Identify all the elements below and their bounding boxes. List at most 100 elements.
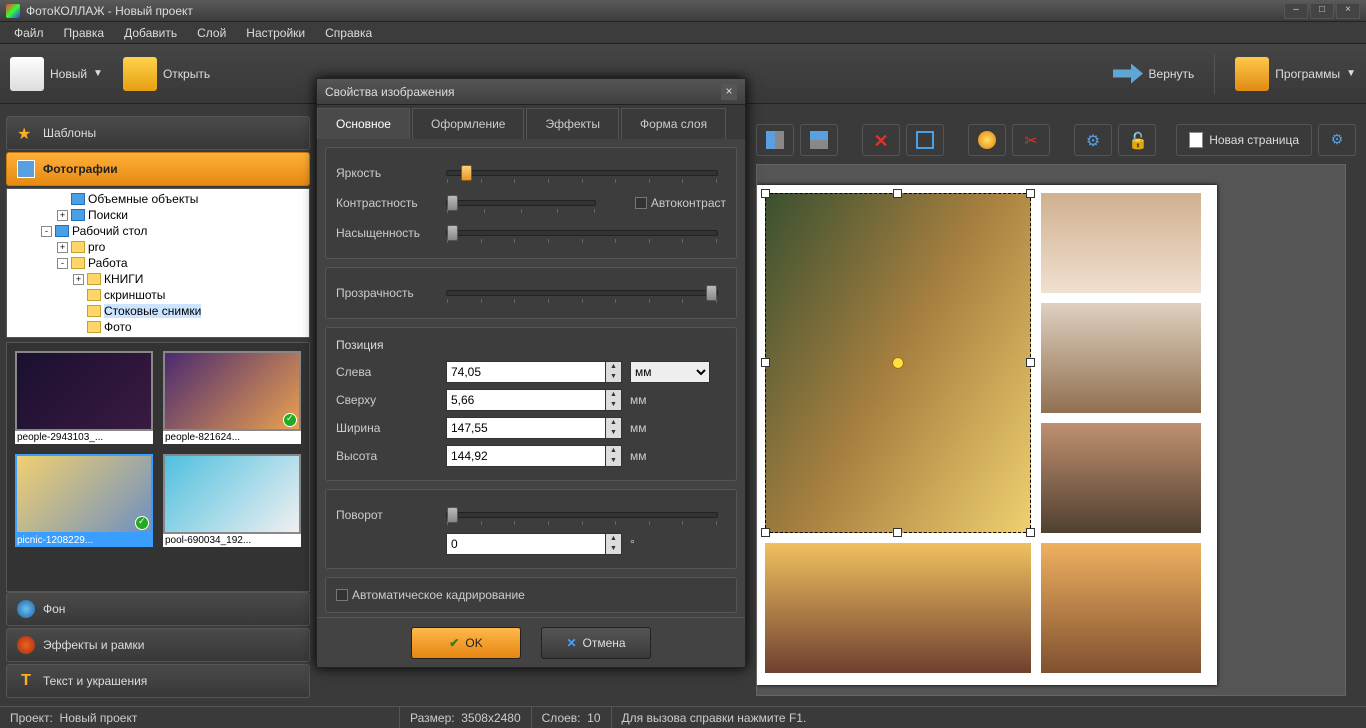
folder-tree[interactable]: Объемные объекты+Поиски-Рабочий стол+pro…	[6, 188, 310, 338]
unit-label: мм	[630, 421, 670, 435]
thumbnail[interactable]: pool-690034_192...	[163, 454, 301, 547]
x-red-icon: ✕	[872, 131, 890, 149]
contrast-slider[interactable]	[446, 200, 596, 206]
settings-button[interactable]: ⚙	[1074, 124, 1112, 156]
accordion-effects[interactable]: Эффекты и рамки	[6, 628, 310, 662]
tree-item[interactable]: Фото	[9, 319, 307, 335]
tree-item[interactable]: +pro	[9, 239, 307, 255]
collage-image[interactable]	[765, 543, 1031, 673]
rotation-spinner[interactable]: ▲▼	[606, 533, 622, 555]
tree-item[interactable]: Стоковые снимки	[9, 303, 307, 319]
accordion-photos[interactable]: Фотографии	[6, 152, 310, 186]
gear-icon: ⚙	[1084, 131, 1102, 149]
status-size: Размер: 3508x2480	[400, 707, 532, 728]
toolbar-open[interactable]: Открыть	[123, 57, 210, 91]
page-plus-icon	[1189, 132, 1203, 148]
rotation-label: Поворот	[336, 508, 446, 522]
menu-help[interactable]: Справка	[315, 23, 382, 43]
menu-layer[interactable]: Слой	[187, 23, 236, 43]
left-spinner[interactable]: ▲▼	[606, 361, 622, 383]
rotation-unit: °	[630, 537, 670, 551]
autocontrast-checkbox[interactable]: Автоконтраст	[635, 196, 726, 210]
minimize-button[interactable]: –	[1284, 3, 1308, 19]
unit-select[interactable]: мм	[630, 361, 710, 383]
page-settings-button[interactable]: ⚙	[1318, 124, 1356, 156]
height-spinner[interactable]: ▲▼	[606, 445, 622, 467]
dialog-close-button[interactable]: ×	[721, 84, 737, 100]
x-blue-icon: ✕	[566, 636, 576, 650]
autocrop-checkbox[interactable]: Автоматическое кадрирование	[336, 588, 726, 602]
top-input[interactable]	[446, 389, 606, 411]
accordion-text[interactable]: T Текст и украшения	[6, 664, 310, 698]
width-spinner[interactable]: ▲▼	[606, 417, 622, 439]
crop-button[interactable]	[906, 124, 944, 156]
thumbnail-grid: people-2943103_...people-821624...picnic…	[6, 342, 310, 592]
crop-icon	[916, 131, 934, 149]
thumbnail[interactable]: people-2943103_...	[15, 351, 153, 444]
thumbnail[interactable]: people-821624...	[163, 351, 301, 444]
toolbar-new[interactable]: Новый ▼	[10, 57, 103, 91]
dialog-title: Свойства изображения	[325, 85, 455, 99]
cancel-button[interactable]: ✕ Отмена	[541, 627, 651, 659]
tab-effects[interactable]: Эффекты	[526, 108, 619, 139]
flip-horizontal-button[interactable]	[756, 124, 794, 156]
ok-button[interactable]: ✔ OK	[411, 627, 521, 659]
menu-bar: Файл Правка Добавить Слой Настройки Спра…	[0, 22, 1366, 44]
menu-settings[interactable]: Настройки	[236, 23, 315, 43]
check-icon: ✔	[449, 636, 459, 650]
width-input[interactable]	[446, 417, 606, 439]
saturation-slider[interactable]	[446, 230, 718, 236]
accordion-background[interactable]: Фон	[6, 592, 310, 626]
close-button[interactable]: ×	[1336, 3, 1360, 19]
lock-button[interactable]: 🔓	[1118, 124, 1156, 156]
caret-down-icon: ▼	[93, 68, 103, 79]
editor-toolbar: ✕ ✂ ⚙ 🔓 Новая страница ⚙	[756, 120, 1356, 160]
canvas-area[interactable]	[756, 164, 1346, 696]
tab-main[interactable]: Основное	[317, 108, 410, 139]
new-page-button[interactable]: Новая страница	[1176, 124, 1312, 156]
top-spinner[interactable]: ▲▼	[606, 389, 622, 411]
menu-edit[interactable]: Правка	[54, 23, 115, 43]
left-input[interactable]	[446, 361, 606, 383]
color-button[interactable]	[968, 124, 1006, 156]
flip-vertical-button[interactable]	[800, 124, 838, 156]
contrast-label: Контрастность	[336, 196, 446, 210]
cut-button[interactable]: ✂	[1012, 124, 1050, 156]
collage-image[interactable]	[1041, 303, 1201, 413]
toolbar-separator	[1214, 54, 1215, 94]
text-t-icon: T	[17, 672, 35, 690]
tree-item[interactable]: Объемные объекты	[9, 191, 307, 207]
delete-button[interactable]: ✕	[862, 124, 900, 156]
tree-item[interactable]: -Работа	[9, 255, 307, 271]
tree-item[interactable]: скриншоты	[9, 287, 307, 303]
rotation-handle-icon[interactable]	[892, 357, 904, 369]
height-label: Высота	[336, 449, 446, 463]
brightness-slider[interactable]	[446, 170, 718, 176]
toolbar-return[interactable]: Вернуть	[1113, 64, 1195, 84]
menu-file[interactable]: Файл	[4, 23, 54, 43]
rotation-input[interactable]	[446, 533, 606, 555]
dialog-title-bar[interactable]: Свойства изображения ×	[317, 79, 745, 105]
transparency-slider[interactable]	[446, 290, 718, 296]
height-input[interactable]	[446, 445, 606, 467]
maximize-button[interactable]: □	[1310, 3, 1334, 19]
collage-image[interactable]	[1041, 193, 1201, 293]
tab-decoration[interactable]: Оформление	[412, 108, 524, 139]
rotation-slider[interactable]	[446, 512, 718, 518]
toolbar-new-label: Новый	[50, 67, 87, 81]
collage-image[interactable]	[1041, 423, 1201, 533]
accordion-templates[interactable]: ★ Шаблоны	[6, 116, 310, 150]
toolbar-programs[interactable]: Программы ▼	[1235, 57, 1356, 91]
collage-page	[757, 185, 1217, 685]
tab-layer-shape[interactable]: Форма слоя	[621, 108, 726, 139]
menu-add[interactable]: Добавить	[114, 23, 187, 43]
selection-frame[interactable]	[765, 193, 1031, 533]
tree-item[interactable]: +КНИГИ	[9, 271, 307, 287]
thumbnail[interactable]: picnic-1208229...	[15, 454, 153, 547]
flip-v-icon	[810, 131, 828, 149]
tree-item[interactable]: +Поиски	[9, 207, 307, 223]
collage-image[interactable]	[1041, 543, 1201, 673]
tree-item[interactable]: -Рабочий стол	[9, 223, 307, 239]
toolbar-return-label: Вернуть	[1149, 67, 1195, 81]
new-page-label: Новая страница	[1209, 133, 1299, 147]
